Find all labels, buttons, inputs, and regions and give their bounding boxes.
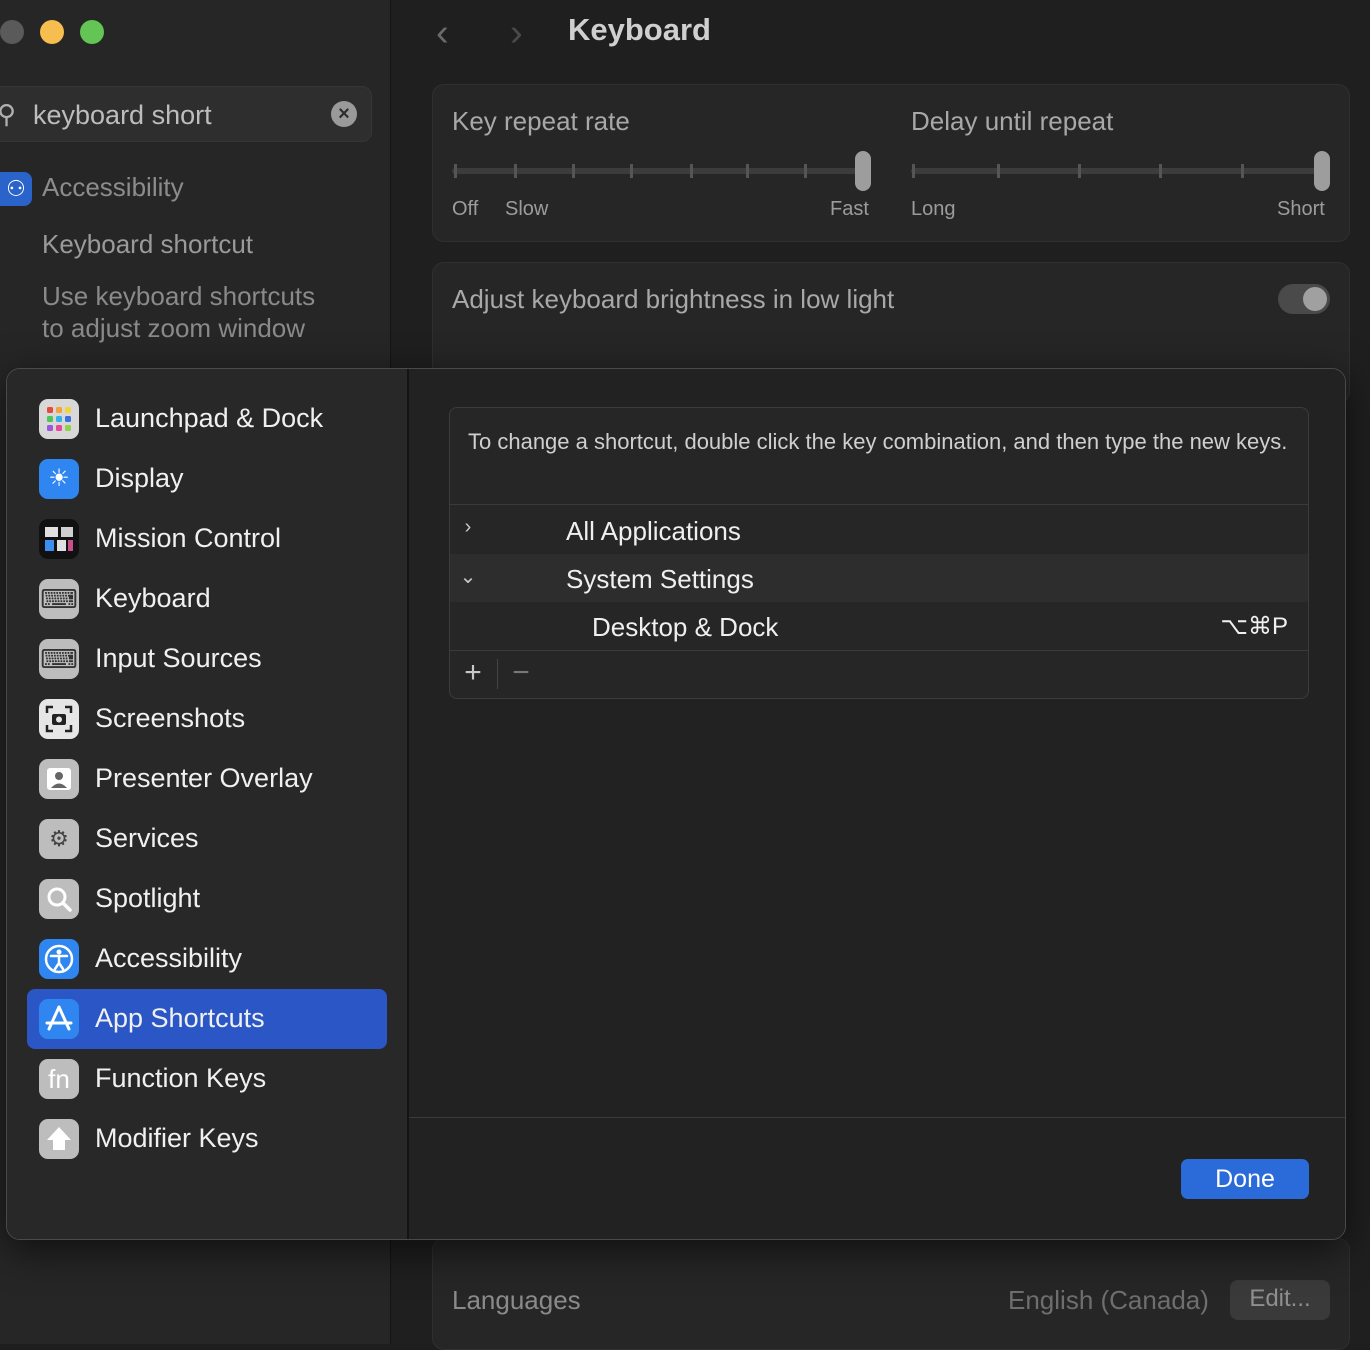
sidebar-item-label: Accessibility [95, 943, 243, 973]
app-store-icon [39, 999, 79, 1039]
table-toolbar: + − [450, 651, 1308, 698]
search-input[interactable]: keyboard short [33, 100, 212, 131]
shortcut-keys[interactable]: ⌥⌘P [1220, 612, 1288, 641]
sidebar-item-label: Launchpad & Dock [95, 403, 324, 433]
spotlight-icon [39, 879, 79, 919]
mission-control-icon [39, 519, 79, 559]
accessibility-icon [39, 939, 79, 979]
add-shortcut-button[interactable]: + [450, 651, 496, 695]
sidebar-item-input-sources[interactable]: ⌨ Input Sources [27, 629, 387, 689]
delay-repeat-slider[interactable] [911, 168, 1329, 174]
shortcut-categories-sidebar: Launchpad & Dock ☀ Display Mission Contr… [7, 369, 409, 1239]
delay-repeat-slider-thumb[interactable] [1314, 151, 1330, 191]
chevron-down-icon[interactable]: ⌄ [458, 564, 478, 589]
table-row-all-applications[interactable]: › All Applications [450, 506, 1308, 554]
sidebar-item-services[interactable]: ⚙ Services [27, 809, 387, 869]
sidebar-item-launchpad-dock[interactable]: Launchpad & Dock [27, 389, 387, 449]
zoom-window-button[interactable] [80, 20, 104, 44]
sidebar-item-label: Display [95, 463, 184, 493]
sidebar-item-label: Function Keys [95, 1063, 267, 1093]
delay-short-label: Short [1277, 198, 1325, 220]
keyboard-icon: ⌨ [39, 579, 79, 619]
clear-search-icon[interactable]: × [331, 101, 357, 127]
sidebar-item-app-shortcuts[interactable]: App Shortcuts [27, 989, 387, 1049]
sidebar-item-label: Screenshots [95, 703, 246, 733]
table-row-desktop-dock[interactable]: Desktop & Dock ⌥⌘P [450, 602, 1308, 650]
languages-edit-button[interactable]: Edit... [1230, 1280, 1330, 1320]
key-repeat-off-label: Off [452, 198, 479, 220]
sidebar-item-label: Modifier Keys [95, 1123, 259, 1153]
modifier-keys-icon [39, 1119, 79, 1159]
chevron-right-icon[interactable]: › [458, 516, 478, 539]
search-result-section[interactable]: Accessibility [42, 172, 184, 203]
page-title: Keyboard [568, 12, 711, 47]
launchpad-icon [39, 399, 79, 439]
input-sources-icon: ⌨ [39, 639, 79, 679]
row-label: Desktop & Dock [592, 612, 779, 642]
sidebar-item-label: Mission Control [95, 523, 282, 553]
search-result-zoom-line2[interactable]: to adjust zoom window [42, 313, 305, 344]
key-repeat-label: Key repeat rate [452, 106, 630, 136]
row-label: All Applications [566, 516, 741, 546]
sidebar-item-spotlight[interactable]: Spotlight [27, 869, 387, 929]
search-field[interactable]: ⚲ keyboard short × [0, 86, 372, 142]
sidebar-item-label: Presenter Overlay [95, 763, 313, 793]
display-icon: ☀ [39, 459, 79, 499]
sidebar-item-label: Spotlight [95, 883, 201, 913]
back-arrow-icon[interactable]: ‹ [436, 12, 449, 55]
delay-long-label: Long [911, 198, 956, 220]
sidebar-item-label: App Shortcuts [95, 1003, 265, 1033]
close-window-button[interactable] [0, 20, 24, 44]
sidebar-item-mission-control[interactable]: Mission Control [27, 509, 387, 569]
row-label: System Settings [566, 564, 754, 594]
services-icon: ⚙ [39, 819, 79, 859]
presenter-overlay-icon [39, 759, 79, 799]
shortcuts-hint: To change a shortcut, double click the k… [468, 429, 1288, 454]
done-button[interactable]: Done [1181, 1159, 1309, 1199]
delay-repeat-label: Delay until repeat [911, 106, 1114, 136]
remove-shortcut-button[interactable]: − [498, 651, 544, 695]
shortcuts-pane: To change a shortcut, double click the k… [409, 369, 1345, 1239]
search-result-zoom-line1[interactable]: Use keyboard shortcuts [42, 281, 315, 312]
languages-value: English (Canada) [1008, 1285, 1209, 1315]
accessibility-icon: ⚇ [0, 172, 32, 206]
sidebar-item-keyboard[interactable]: ⌨ Keyboard [27, 569, 387, 629]
brightness-toggle[interactable] [1278, 284, 1330, 314]
brightness-toggle-label: Adjust keyboard brightness in low light [452, 284, 895, 314]
sidebar-item-presenter-overlay[interactable]: Presenter Overlay [27, 749, 387, 809]
sidebar-item-accessibility[interactable]: Accessibility [27, 929, 387, 989]
table-row-system-settings[interactable]: ⌄ System Settings [450, 554, 1308, 602]
fn-icon: fn [39, 1059, 79, 1099]
sidebar-item-label: Services [95, 823, 199, 853]
sidebar-item-screenshots[interactable]: Screenshots [27, 689, 387, 749]
keyboard-shortcuts-sheet: Launchpad & Dock ☀ Display Mission Contr… [6, 368, 1346, 1240]
key-repeat-fast-label: Fast [830, 198, 869, 220]
shortcuts-table: To change a shortcut, double click the k… [449, 407, 1309, 699]
screenshot-icon [39, 699, 79, 739]
key-repeat-slider-thumb[interactable] [855, 151, 871, 191]
minimize-window-button[interactable] [40, 20, 64, 44]
key-repeat-slow-label: Slow [505, 198, 549, 220]
sidebar-item-display[interactable]: ☀ Display [27, 449, 387, 509]
languages-label: Languages [452, 1285, 581, 1315]
sidebar-item-function-keys[interactable]: fn Function Keys [27, 1049, 387, 1109]
search-icon: ⚲ [0, 99, 17, 129]
sidebar-item-label: Keyboard [95, 583, 211, 613]
sidebar-item-label: Input Sources [95, 643, 262, 673]
forward-arrow-icon[interactable]: › [510, 12, 523, 55]
sidebar-item-modifier-keys[interactable]: Modifier Keys [27, 1109, 387, 1169]
search-result-keyboard-shortcut[interactable]: Keyboard shortcut [42, 229, 253, 260]
